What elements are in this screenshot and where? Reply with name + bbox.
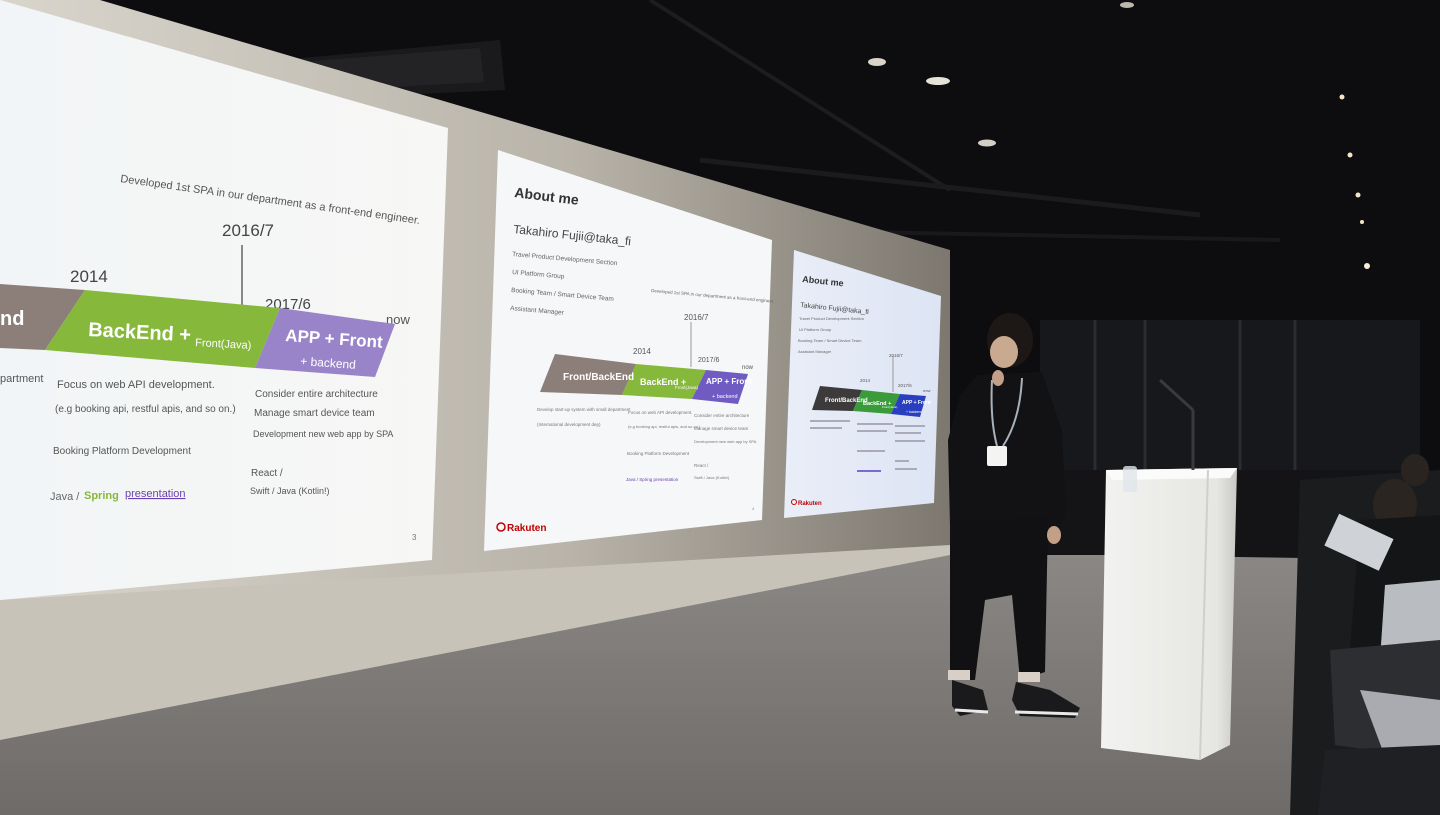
center-col3-line3: Development new web app by SPA — [694, 439, 757, 444]
left-col3-line2: Manage smart device team — [254, 408, 375, 419]
left-col1-line: partment — [0, 373, 43, 385]
center-col3-line4: React / — [694, 463, 709, 468]
center-seg3-label: APP + Front — [706, 377, 752, 386]
audience — [1290, 454, 1440, 815]
right-year-2016: 2016/7 — [889, 353, 903, 358]
center-brand: Rakuten — [507, 523, 546, 534]
name-badge — [987, 446, 1007, 466]
right-line1: Travel Product Development Section — [799, 316, 864, 321]
right-seg1-label: Front/BackEnd — [825, 398, 868, 404]
left-year-2016: 2016/7 — [222, 221, 274, 240]
center-year-2017: 2017/6 — [698, 357, 720, 364]
left-col3-line1: Consider entire architecture — [255, 389, 378, 400]
left-col2-line3: Booking Platform Development — [53, 446, 191, 457]
center-col3-line2: Manage smart device team — [694, 426, 749, 431]
right-seg3-sub: + backend — [906, 410, 922, 414]
center-col2-line2: (e.g booking api, restful apis, and so o… — [628, 424, 701, 429]
center-col1-line2: (International development dep) — [537, 422, 601, 427]
center-col2-line1: Focus on web API development. — [628, 410, 693, 415]
left-page-number: 3 — [412, 533, 417, 542]
left-col2-line2: (e.g booking api, restful apis, and so o… — [55, 404, 236, 415]
conference-photo: Developed 1st SPA in our department as a… — [0, 0, 1440, 815]
right-seg3-label: APP + Front — [902, 400, 931, 406]
water-bottle — [1123, 466, 1137, 492]
left-tech-presentation: presentation — [125, 488, 186, 500]
center-col3-line5: Swift / Java (Kotlin!) — [694, 475, 730, 480]
right-brand: Rakuten — [798, 501, 822, 507]
left-seg1-label: nd — [0, 308, 24, 330]
right-line4: Assistant Manager — [798, 349, 832, 354]
center-year-2016: 2016/7 — [684, 313, 709, 322]
center-year-now: now — [742, 365, 754, 371]
left-col3-line3: Development new web app by SPA — [253, 429, 393, 439]
right-year-2014: 2014 — [860, 378, 871, 383]
right-line2: UI Platform Group — [799, 327, 832, 332]
center-seg1-label: Front/BackEnd — [563, 372, 634, 383]
right-line3: Booking Team / Smart Device Team — [798, 338, 862, 343]
left-tech-spring: Spring — [84, 490, 119, 502]
left-col3-line4: React / — [251, 468, 283, 479]
center-col3-line1: Consider entire architecture — [694, 413, 750, 418]
center-col1-line1: Develop start-up system with small depar… — [537, 407, 631, 412]
center-seg2-sub: Front(Java) — [675, 385, 699, 390]
center-col2-line3: Booking Platform Development — [627, 451, 690, 456]
right-year-2017: 2017/6 — [898, 383, 912, 388]
left-col2-line1: Focus on web API development. — [57, 379, 215, 391]
center-col2-line4: Java / Spring presentation — [626, 477, 679, 482]
right-year-now: now — [923, 388, 930, 393]
center-seg3-sub: + backend — [712, 394, 738, 400]
left-tech-java: Java / — [50, 491, 80, 503]
photo-canvas: Developed 1st SPA in our department as a… — [0, 0, 1440, 815]
right-seg2-sub: Front(Java) — [882, 405, 897, 409]
left-col3-line5: Swift / Java (Kotlin!) — [250, 486, 330, 496]
left-year-2014: 2014 — [70, 267, 108, 286]
center-year-2014: 2014 — [633, 347, 651, 356]
right-slide: About me Takahiro Fujii@taka_fi Travel P… — [784, 250, 941, 518]
